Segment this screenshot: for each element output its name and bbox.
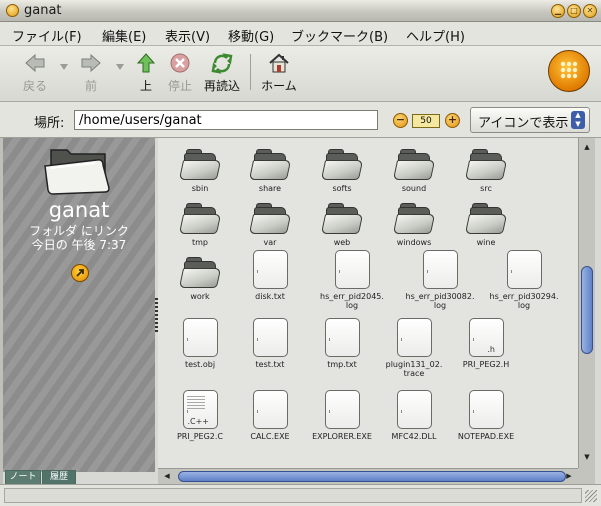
document-icon: [332, 250, 372, 290]
document-icon: [322, 390, 362, 430]
window-title: ganat: [24, 3, 62, 18]
view-mode-select[interactable]: アイコンで表示 ▲ ▼: [470, 107, 590, 133]
vertical-scroll-thumb[interactable]: [581, 266, 593, 354]
app-icon[interactable]: [6, 4, 19, 17]
folder-icon: [248, 142, 292, 182]
document-icon: .h: [466, 318, 506, 358]
stop-icon: [167, 51, 193, 75]
minimize-button[interactable]: ▁: [551, 4, 565, 18]
file-item[interactable]: NOTEPAD.EXE: [438, 390, 534, 441]
close-button[interactable]: ✕: [583, 4, 597, 18]
document-icon: [250, 250, 290, 290]
status-text-field: [4, 488, 582, 503]
folder-icon: [178, 142, 222, 182]
file-item[interactable]: hs_err_pid30082. log: [392, 250, 488, 310]
folder-item[interactable]: src: [438, 142, 534, 193]
file-name-label: wine: [476, 238, 496, 247]
file-item[interactable]: .h PRI_PEG2.H: [438, 318, 534, 369]
up-button[interactable]: 上: [132, 51, 160, 94]
menu-bookmarks[interactable]: ブックマーク(B): [291, 26, 388, 45]
menu-go[interactable]: 移動(G): [228, 26, 274, 45]
document-icon: [250, 390, 290, 430]
home-button[interactable]: ホーム: [258, 51, 300, 94]
large-folder-icon: [44, 149, 110, 195]
scroll-up-button[interactable]: ▲: [580, 140, 594, 154]
file-item[interactable]: hs_err_pid30294. log: [476, 250, 572, 310]
menu-bar: ファイル(F) 編集(E) 表示(V) 移動(G) ブックマーク(B) ヘルプ(…: [0, 22, 601, 46]
resize-grip[interactable]: [585, 490, 597, 502]
updown-arrow-icon: ▲ ▼: [571, 111, 585, 129]
scroll-down-button[interactable]: ▼: [580, 450, 594, 464]
maximize-button[interactable]: □: [567, 4, 581, 18]
zoom-level: 50: [412, 114, 440, 128]
side-pane-date: 今日の 午後 7:37: [31, 238, 127, 252]
document-icon: [322, 318, 362, 358]
location-label: 場所:: [34, 116, 65, 131]
file-extension-label: .h: [487, 345, 495, 354]
horizontal-scroll-thumb[interactable]: [178, 471, 566, 482]
reload-button[interactable]: 再読込: [202, 51, 242, 94]
side-pane-title: ganat: [48, 198, 110, 222]
document-icon: .C++: [180, 390, 220, 430]
view-mode-value: アイコンで表示: [478, 116, 569, 131]
side-pane: ganat フォルダ にリンク 今日の 午後 7:37: [3, 138, 155, 472]
zoom-out-button[interactable]: −: [393, 113, 408, 128]
back-button[interactable]: 戻る: [18, 51, 52, 94]
folder-icon: [320, 196, 364, 236]
menu-file[interactable]: ファイル(F): [12, 26, 82, 45]
tab-history[interactable]: 履歴: [42, 470, 76, 484]
file-icon-view[interactable]: sbin share softs sound src tmp var web windows wi…: [158, 138, 578, 468]
tab-notes[interactable]: ノート: [5, 470, 41, 484]
forward-arrow-icon: [78, 51, 104, 75]
menu-edit[interactable]: 編集(E): [102, 26, 146, 45]
folder-item[interactable]: wine: [438, 196, 534, 247]
menu-help[interactable]: ヘルプ(H): [406, 26, 465, 45]
document-icon: [420, 250, 460, 290]
title-bar[interactable]: ganat ▁ □ ✕: [0, 0, 601, 22]
folder-icon: [248, 196, 292, 236]
reload-icon: [209, 51, 235, 75]
home-icon: [266, 51, 292, 75]
folder-icon: [178, 250, 222, 290]
folder-icon: [392, 196, 436, 236]
up-arrow-icon: [133, 51, 159, 75]
scrollbar-corner: [578, 468, 595, 484]
toolbar: 戻る 前 上 停止 再読込 ホーム: [0, 46, 601, 102]
scroll-right-button[interactable]: ▶: [562, 469, 576, 483]
forward-history-dropdown[interactable]: [116, 64, 124, 70]
file-name-label: src: [480, 184, 492, 193]
folder-icon: [392, 142, 436, 182]
zoom-in-button[interactable]: +: [445, 113, 460, 128]
document-icon: [394, 318, 434, 358]
file-extension-label: .C++: [187, 417, 209, 426]
file-name-label: NOTEPAD.EXE: [457, 432, 515, 441]
stop-button[interactable]: 停止: [164, 51, 196, 94]
document-icon: [180, 318, 220, 358]
file-name-label: hs_err_pid30294. log: [489, 292, 559, 310]
folder-icon: [178, 196, 222, 236]
file-item[interactable]: hs_err_pid2045. log: [304, 250, 400, 310]
horizontal-scrollbar[interactable]: ◀ ▶: [158, 468, 578, 484]
scroll-left-button[interactable]: ◀: [160, 469, 174, 483]
file-name-label: PRI_PEG2.H: [462, 360, 510, 369]
document-icon: [250, 318, 290, 358]
file-name-label: hs_err_pid30082. log: [405, 292, 475, 310]
folder-icon: [464, 142, 508, 182]
forward-button[interactable]: 前: [76, 51, 106, 94]
symlink-emblem-icon: [71, 264, 89, 282]
toolbar-separator: [250, 54, 251, 90]
document-icon: [394, 390, 434, 430]
folder-icon: [320, 142, 364, 182]
status-bar: [0, 484, 601, 506]
activity-throbber-icon: [548, 50, 590, 92]
vertical-scrollbar[interactable]: ▲ ▼: [578, 138, 595, 468]
file-name-label: hs_err_pid2045. log: [320, 292, 384, 310]
document-icon: [466, 390, 506, 430]
location-input[interactable]: [74, 110, 378, 130]
back-history-dropdown[interactable]: [60, 64, 68, 70]
back-arrow-icon: [22, 51, 48, 75]
folder-icon: [464, 196, 508, 236]
document-icon: [504, 250, 544, 290]
menu-view[interactable]: 表示(V): [165, 26, 210, 45]
